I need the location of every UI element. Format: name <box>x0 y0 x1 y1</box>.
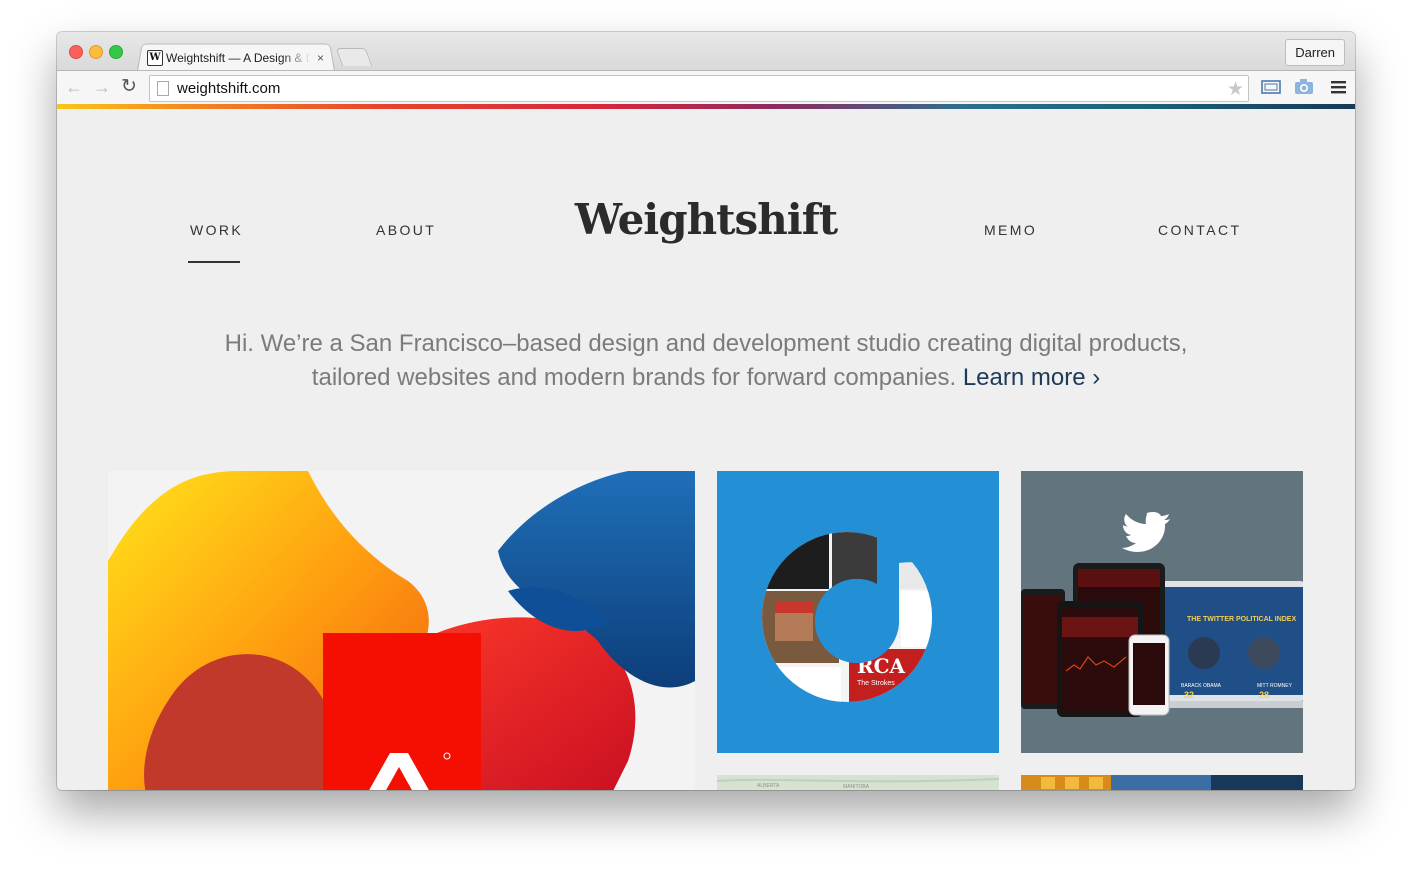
url-text[interactable]: weightshift.com <box>177 80 280 97</box>
tab-strip: W Weightshift — A Design & D × Darren <box>57 32 1355 71</box>
music-artwork: RCA The Strokes <box>762 529 949 702</box>
candidate-right: MITT ROMNEY <box>1257 683 1293 689</box>
minimize-window-button[interactable] <box>89 45 103 59</box>
tab-title: Weightshift — A Design & D <box>166 51 311 65</box>
map-label-manitoba: MANITOBA <box>843 784 870 790</box>
candidate-left: BARACK OBAMA <box>1181 683 1222 689</box>
back-arrow-icon[interactable]: ← <box>65 78 83 96</box>
project-tile-twitter[interactable]: THE TWITTER POLITICAL INDEX BARACK OBAMA… <box>1021 471 1303 753</box>
project-tile-yellow[interactable] <box>1021 775 1303 790</box>
bookmark-star-icon[interactable]: ★ <box>1227 78 1244 101</box>
profile-button[interactable]: Darren <box>1285 39 1345 66</box>
map-label-alberta: ALBERTA <box>757 783 780 789</box>
zoom-window-button[interactable] <box>109 45 123 59</box>
project-tile-adobe[interactable] <box>108 471 695 790</box>
twitter-bird-icon <box>1122 512 1170 552</box>
score-left: 32 <box>1184 690 1194 700</box>
learn-more-link[interactable]: Learn more › <box>963 364 1100 391</box>
browser-toolbar: ← → ↻ weightshift.com ★ <box>57 70 1355 105</box>
menu-icon[interactable] <box>1328 77 1350 97</box>
page-icon <box>157 81 169 96</box>
yellow-tile-artwork <box>1021 775 1303 790</box>
twitter-headline: THE TWITTER POLITICAL INDEX <box>1187 616 1296 623</box>
address-bar[interactable]: weightshift.com ★ <box>149 75 1249 102</box>
map-artwork: ALBERTA MANITOBA <box>717 775 999 790</box>
active-nav-underline <box>188 261 240 263</box>
project-tile-music[interactable]: RCA The Strokes <box>717 471 999 753</box>
cast-icon[interactable] <box>1260 77 1282 97</box>
browser-window: W Weightshift — A Design & D × Darren ← … <box>57 32 1355 790</box>
nav-contact[interactable]: CONTACT <box>1158 222 1241 238</box>
intro-paragraph: Hi. We’re a San Francisco–based design a… <box>207 327 1205 395</box>
score-right: 28 <box>1259 690 1269 700</box>
new-tab-button[interactable] <box>335 48 373 66</box>
reload-icon[interactable]: ↻ <box>121 77 137 96</box>
page-content: WORK ABOUT Weightshift MEMO CONTACT Hi. … <box>57 109 1355 790</box>
tab-close-icon[interactable]: × <box>317 51 324 65</box>
rca-sub-label: The Strokes <box>857 680 895 687</box>
favicon-icon: W <box>147 50 163 66</box>
nav-memo[interactable]: MEMO <box>984 222 1037 238</box>
project-tile-map[interactable]: ALBERTA MANITOBA <box>717 775 999 790</box>
forward-arrow-icon[interactable]: → <box>93 78 111 96</box>
camera-icon[interactable] <box>1293 77 1315 97</box>
tab-content[interactable]: W Weightshift — A Design & D × <box>147 48 333 68</box>
twitter-artwork: THE TWITTER POLITICAL INDEX BARACK OBAMA… <box>1021 512 1303 717</box>
close-window-button[interactable] <box>69 45 83 59</box>
adobe-artwork <box>108 471 695 790</box>
